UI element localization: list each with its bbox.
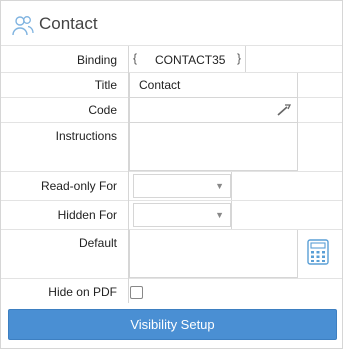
panel-title: Contact	[39, 14, 98, 33]
binding-close-brace: }	[237, 51, 242, 65]
title-label: Title	[94, 78, 117, 92]
hide-on-pdf-row: Hide on PDF	[1, 279, 342, 303]
title-row: Title Contact	[1, 73, 342, 98]
hidden-for-select[interactable]: ▼	[133, 203, 231, 227]
binding-value: CONTACT35	[155, 53, 226, 67]
hidden-for-row: Hidden For ▼	[1, 201, 342, 230]
code-label: Code	[88, 103, 117, 117]
default-label: Default	[78, 236, 117, 250]
default-row: Default	[1, 230, 342, 279]
contact-group-icon	[12, 16, 34, 36]
code-row: Code	[1, 98, 342, 123]
chevron-down-icon: ▼	[215, 210, 224, 220]
instructions-label: Instructions	[55, 129, 117, 143]
hide-on-pdf-label: Hide on PDF	[48, 285, 117, 299]
binding-separator	[245, 46, 246, 72]
binding-field[interactable]: { CONTACT35 }	[131, 48, 245, 70]
hide-on-pdf-checkbox[interactable]	[130, 286, 143, 299]
title-value: Contact	[139, 78, 181, 92]
visibility-setup-button[interactable]: Visibility Setup	[8, 309, 337, 340]
label-column-separator	[128, 46, 129, 303]
hidden-for-label: Hidden For	[57, 208, 117, 222]
code-input[interactable]	[129, 98, 298, 123]
read-only-for-select[interactable]: ▼	[133, 174, 231, 198]
binding-row: Binding { CONTACT35 }	[1, 46, 342, 73]
hidden-for-separator	[231, 201, 232, 229]
edit-wand-icon[interactable]	[276, 103, 292, 117]
binding-open-brace: {	[133, 51, 138, 65]
read-only-for-row: Read-only For ▼	[1, 172, 342, 201]
contact-properties-panel: Contact Binding { CONTACT35 } Title Cont…	[0, 0, 343, 349]
panel-header: Contact	[1, 1, 342, 46]
read-only-for-label: Read-only For	[40, 179, 117, 193]
binding-label: Binding	[76, 53, 117, 67]
instructions-textarea[interactable]	[129, 123, 298, 171]
chevron-down-icon: ▼	[215, 181, 224, 191]
default-input[interactable]	[129, 230, 298, 278]
instructions-row: Instructions	[1, 123, 342, 172]
calculator-icon[interactable]	[307, 239, 329, 265]
read-only-separator	[231, 172, 232, 200]
title-input[interactable]: Contact	[129, 73, 298, 98]
